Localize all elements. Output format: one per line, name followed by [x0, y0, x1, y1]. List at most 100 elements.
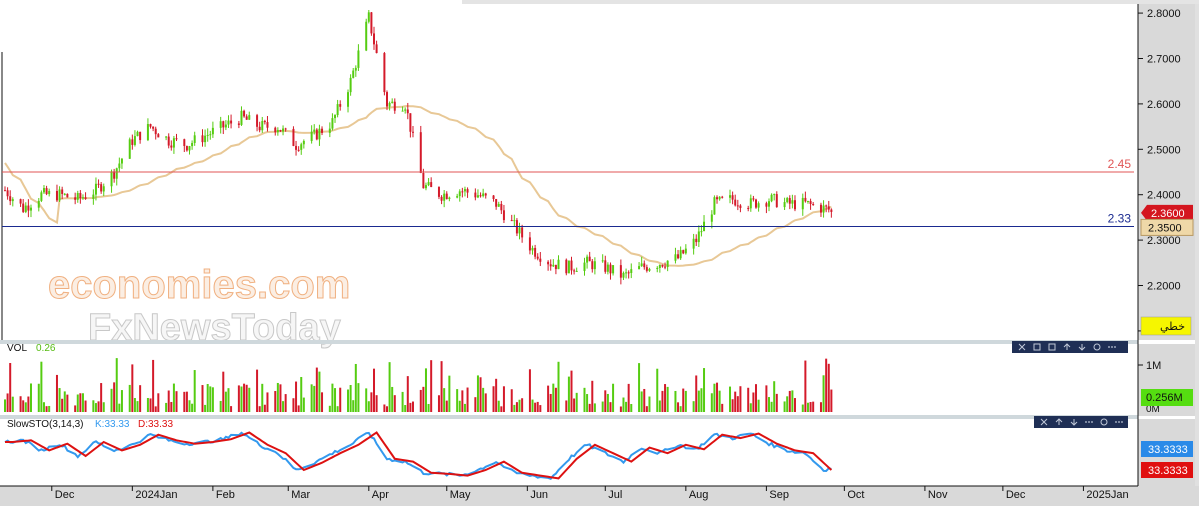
volume-panel[interactable]: VOL 0.26 1M 0M 0.256M: [4, 341, 1193, 415]
volume-badge-text: 0.256M: [1146, 392, 1183, 404]
volume-bar: [110, 388, 113, 412]
candle-down: [170, 145, 173, 148]
more-icon[interactable]: [1115, 421, 1123, 423]
stoch-panel-toolbar[interactable]: [1034, 416, 1128, 428]
candle-down: [263, 121, 266, 123]
volume-bar: [185, 391, 188, 412]
candle-up: [42, 188, 45, 193]
volume-bar: [648, 396, 651, 412]
volume-label: VOL: [7, 343, 27, 354]
candle-up: [347, 92, 350, 107]
trading-chart[interactable]: 2.45 2.33 2.10002.20002.30002.40002.5000…: [0, 0, 1199, 506]
volume-bar: [570, 370, 573, 412]
watermark-economies: economies.com: [48, 263, 350, 307]
volume-bar: [492, 386, 495, 412]
candle-up: [118, 163, 121, 169]
volume-bar: [765, 385, 768, 412]
candle-down: [588, 256, 591, 262]
panel-divider-1[interactable]: [0, 340, 1138, 344]
volume-bar: [736, 396, 739, 412]
volume-bar: [331, 383, 334, 412]
stoch-label: SlowSTO(3,14,3): [7, 419, 84, 430]
candle-up: [482, 193, 485, 197]
candle-up: [783, 202, 786, 208]
more-icon[interactable]: [1085, 421, 1093, 423]
volume-bar: [261, 383, 264, 412]
volume-bar: [157, 393, 160, 412]
candle-down: [495, 198, 498, 207]
time-tick-label: Sep: [769, 489, 789, 501]
candle-down: [747, 207, 750, 209]
candle-down: [45, 188, 48, 195]
volume-bar: [385, 406, 388, 412]
candle-down: [788, 198, 791, 204]
volume-bar: [370, 392, 373, 412]
volume-bar: [547, 385, 550, 412]
price-panel[interactable]: 2.45 2.33 2.10002.20002.30002.40002.5000…: [1, 8, 1194, 350]
volume-bar: [404, 405, 407, 412]
stochastic-panel[interactable]: SlowSTO(3,14,3) K:33.33 D:33.33 33.3333 …: [4, 416, 1193, 480]
candle-down: [827, 206, 830, 210]
volume-bar: [295, 381, 298, 412]
volume-bar: [700, 388, 703, 412]
more-icon[interactable]: [1108, 346, 1116, 348]
volume-bar: [622, 397, 625, 412]
volume-bar: [66, 394, 69, 412]
volume-bar: [482, 387, 485, 412]
candle-up: [76, 193, 79, 200]
candle-down: [474, 192, 477, 198]
volume-bar: [201, 385, 204, 412]
volume-bar: [749, 403, 752, 412]
volume-bar: [63, 391, 66, 412]
candle-up: [567, 260, 570, 274]
volume-bar: [786, 396, 789, 412]
volume-bar: [149, 398, 152, 412]
moving-average-line: [4, 104, 832, 267]
volume-bar: [118, 403, 121, 412]
candle-down: [819, 204, 822, 213]
candle-up: [227, 120, 230, 125]
volume-bar: [640, 391, 643, 412]
candle-down: [721, 196, 724, 198]
candle-up: [443, 193, 446, 201]
time-tick-label: 2025Jan: [1086, 489, 1128, 501]
volume-bar: [809, 402, 812, 412]
volume-bar: [243, 383, 246, 412]
volume-bar: [302, 397, 305, 412]
volume-bar: [440, 361, 443, 412]
volume-bar: [100, 383, 103, 412]
volume-bar: [92, 400, 95, 412]
candle-up: [29, 207, 32, 211]
candle-down: [549, 264, 552, 267]
time-tick-label: Apr: [372, 489, 389, 501]
volume-bar: [175, 391, 178, 412]
volume-bar: [825, 358, 828, 412]
candle-down: [765, 203, 768, 207]
candle-down: [619, 265, 622, 278]
candle-up: [367, 12, 370, 22]
volume-bar: [586, 394, 589, 412]
candle-down: [154, 128, 157, 135]
candle-down: [437, 187, 440, 197]
scrollbar[interactable]: [1195, 4, 1199, 504]
candle-down: [411, 131, 414, 133]
volume-bar: [612, 383, 615, 412]
volume-bar: [638, 363, 641, 412]
candle-down: [528, 237, 531, 251]
candle-up: [666, 260, 669, 268]
candle-down: [661, 264, 664, 267]
volume-bar: [76, 394, 79, 412]
candle-up: [583, 262, 586, 271]
candle-up: [354, 67, 357, 71]
volume-bar: [718, 390, 721, 412]
candle-down: [609, 264, 612, 274]
candle-up: [37, 200, 40, 208]
candle-up: [120, 158, 123, 164]
volume-bar: [248, 387, 251, 412]
candle-down: [74, 197, 77, 200]
svg-text:2.3500: 2.3500: [1148, 222, 1182, 234]
candle-down: [258, 126, 261, 131]
candle-up: [601, 260, 604, 262]
volume-bar: [793, 398, 796, 412]
price-tick-label: 2.3000: [1147, 235, 1181, 247]
